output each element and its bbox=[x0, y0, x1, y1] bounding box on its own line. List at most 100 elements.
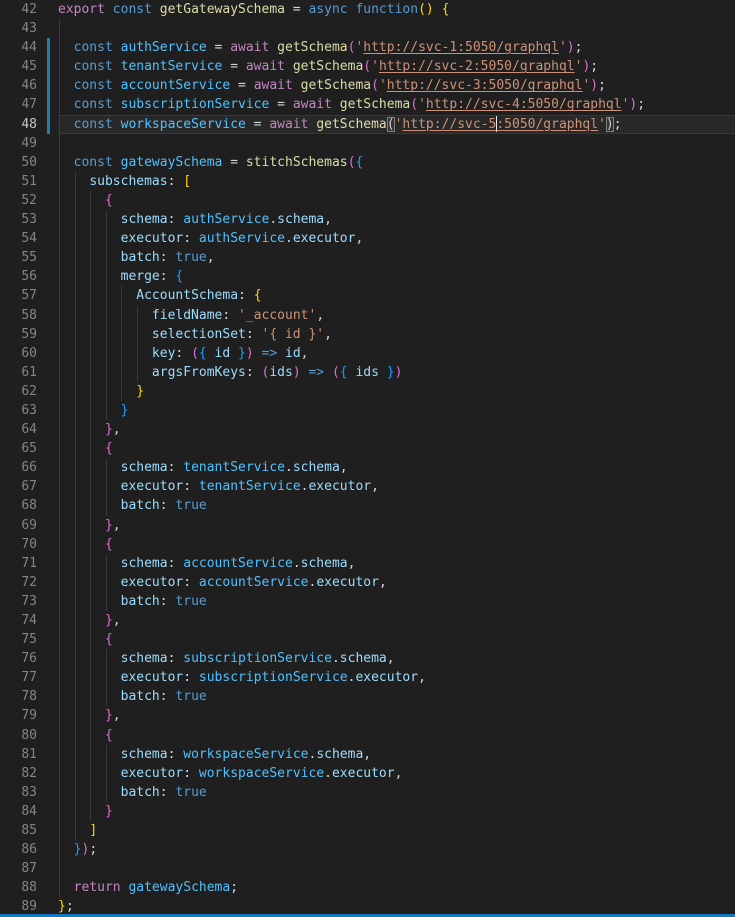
line-number[interactable]: 67 bbox=[0, 477, 37, 496]
code-line[interactable]: 77 executor: subscriptionService.executo… bbox=[0, 668, 735, 687]
line-number[interactable]: 50 bbox=[0, 153, 37, 172]
line-number[interactable]: 54 bbox=[0, 229, 37, 248]
code-line[interactable]: 81 schema: workspaceService.schema, bbox=[0, 745, 735, 764]
code-line[interactable]: 52 { bbox=[0, 191, 735, 210]
code-line[interactable]: 50 const gatewaySchema = stitchSchemas({ bbox=[0, 153, 735, 172]
line-number[interactable]: 76 bbox=[0, 649, 37, 668]
line-number[interactable]: 63 bbox=[0, 401, 37, 420]
line-number[interactable]: 53 bbox=[0, 210, 37, 229]
code-token: , bbox=[324, 212, 332, 227]
line-number[interactable]: 71 bbox=[0, 554, 37, 573]
code-line[interactable]: 57 AccountSchema: { bbox=[0, 286, 735, 305]
code-line[interactable]: 72 executor: accountService.executor, bbox=[0, 573, 735, 592]
line-number[interactable]: 44 bbox=[0, 38, 37, 57]
code-line[interactable]: 86 }); bbox=[0, 840, 735, 859]
line-number[interactable]: 81 bbox=[0, 745, 37, 764]
line-number[interactable]: 75 bbox=[0, 630, 37, 649]
line-number[interactable]: 52 bbox=[0, 191, 37, 210]
code-line[interactable]: 78 batch: true bbox=[0, 687, 735, 706]
code-line[interactable]: 64 }, bbox=[0, 420, 735, 439]
code-line[interactable]: 62 } bbox=[0, 382, 735, 401]
code-line[interactable]: 61 argsFromKeys: (ids) => ({ ids }) bbox=[0, 363, 735, 382]
code-line[interactable]: 43 bbox=[0, 19, 735, 38]
line-number[interactable]: 58 bbox=[0, 306, 37, 325]
line-number[interactable]: 85 bbox=[0, 821, 37, 840]
line-number[interactable]: 78 bbox=[0, 687, 37, 706]
code-line[interactable]: 56 merge: { bbox=[0, 267, 735, 286]
code-line[interactable]: 66 schema: tenantService.schema, bbox=[0, 458, 735, 477]
code-line[interactable]: 75 { bbox=[0, 630, 735, 649]
code-line[interactable]: 87 bbox=[0, 859, 735, 878]
code-token: accountService bbox=[121, 78, 231, 93]
code-line[interactable]: 80 { bbox=[0, 726, 735, 745]
line-number[interactable]: 87 bbox=[0, 859, 37, 878]
line-number[interactable]: 59 bbox=[0, 325, 37, 344]
code-line[interactable]: 88 return gatewaySchema; bbox=[0, 878, 735, 897]
code-line[interactable]: 70 { bbox=[0, 535, 735, 554]
line-number[interactable]: 80 bbox=[0, 726, 37, 745]
line-number[interactable]: 42 bbox=[0, 0, 37, 19]
code-line[interactable]: 63 } bbox=[0, 401, 735, 420]
code-line[interactable]: 84 } bbox=[0, 802, 735, 821]
line-number[interactable]: 86 bbox=[0, 840, 37, 859]
code-line[interactable]: 51 subschemas: [ bbox=[0, 172, 735, 191]
line-number[interactable]: 45 bbox=[0, 57, 37, 76]
code-line[interactable]: 60 key: ({ id }) => id, bbox=[0, 344, 735, 363]
code-line[interactable]: 53 schema: authService.schema, bbox=[0, 210, 735, 229]
code-line[interactable]: 58 fieldName: '_account', bbox=[0, 306, 735, 325]
line-number[interactable]: 60 bbox=[0, 344, 37, 363]
line-number[interactable]: 88 bbox=[0, 878, 37, 897]
line-number[interactable]: 43 bbox=[0, 19, 37, 38]
code-line[interactable]: 82 executor: workspaceService.executor, bbox=[0, 764, 735, 783]
code-line[interactable]: 68 batch: true bbox=[0, 496, 735, 515]
code-line[interactable]: 69 }, bbox=[0, 516, 735, 535]
line-number[interactable]: 56 bbox=[0, 267, 37, 286]
line-number[interactable]: 68 bbox=[0, 496, 37, 515]
code-line[interactable]: 48 const workspaceService = await getSch… bbox=[0, 115, 735, 134]
line-number[interactable]: 83 bbox=[0, 783, 37, 802]
code-line[interactable]: 46 const accountService = await getSchem… bbox=[0, 76, 735, 95]
line-number[interactable]: 55 bbox=[0, 248, 37, 267]
code-line[interactable]: 85 ] bbox=[0, 821, 735, 840]
line-number[interactable]: 48 bbox=[0, 115, 37, 134]
line-number[interactable]: 82 bbox=[0, 764, 37, 783]
code-line[interactable]: 83 batch: true bbox=[0, 783, 735, 802]
line-number[interactable]: 74 bbox=[0, 611, 37, 630]
line-number[interactable]: 49 bbox=[0, 134, 37, 153]
line-number[interactable]: 84 bbox=[0, 802, 37, 821]
code-line[interactable]: 59 selectionSet: '{ id }', bbox=[0, 325, 735, 344]
line-number[interactable]: 46 bbox=[0, 76, 37, 95]
code-line[interactable]: 74 }, bbox=[0, 611, 735, 630]
code-token: fieldName bbox=[152, 308, 222, 323]
code-line[interactable]: 73 batch: true bbox=[0, 592, 735, 611]
line-number[interactable]: 73 bbox=[0, 592, 37, 611]
code-line[interactable]: 54 executor: authService.executor, bbox=[0, 229, 735, 248]
code-line[interactable]: 42export const getGatewaySchema = async … bbox=[0, 0, 735, 19]
line-number[interactable]: 66 bbox=[0, 458, 37, 477]
code-line[interactable]: 55 batch: true, bbox=[0, 248, 735, 267]
line-number[interactable]: 62 bbox=[0, 382, 37, 401]
line-number[interactable]: 47 bbox=[0, 95, 37, 114]
line-number[interactable]: 70 bbox=[0, 535, 37, 554]
line-number[interactable]: 57 bbox=[0, 286, 37, 305]
code-token bbox=[58, 689, 121, 704]
code-line[interactable]: 71 schema: accountService.schema, bbox=[0, 554, 735, 573]
code-line[interactable]: 45 const tenantService = await getSchema… bbox=[0, 57, 735, 76]
code-line[interactable]: 67 executor: tenantService.executor, bbox=[0, 477, 735, 496]
line-number[interactable]: 61 bbox=[0, 363, 37, 382]
line-number[interactable]: 51 bbox=[0, 172, 37, 191]
code-line[interactable]: 49 bbox=[0, 134, 735, 153]
line-number[interactable]: 69 bbox=[0, 516, 37, 535]
line-number[interactable]: 79 bbox=[0, 706, 37, 725]
code-token bbox=[58, 422, 105, 437]
line-number[interactable]: 72 bbox=[0, 573, 37, 592]
code-line[interactable]: 65 { bbox=[0, 439, 735, 458]
line-number[interactable]: 64 bbox=[0, 420, 37, 439]
code-line[interactable]: 79 }, bbox=[0, 706, 735, 725]
code-line[interactable]: 76 schema: subscriptionService.schema, bbox=[0, 649, 735, 668]
code-token: . bbox=[332, 651, 340, 666]
code-line[interactable]: 44 const authService = await getSchema('… bbox=[0, 38, 735, 57]
code-line[interactable]: 47 const subscriptionService = await get… bbox=[0, 95, 735, 114]
line-number[interactable]: 77 bbox=[0, 668, 37, 687]
line-number[interactable]: 65 bbox=[0, 439, 37, 458]
